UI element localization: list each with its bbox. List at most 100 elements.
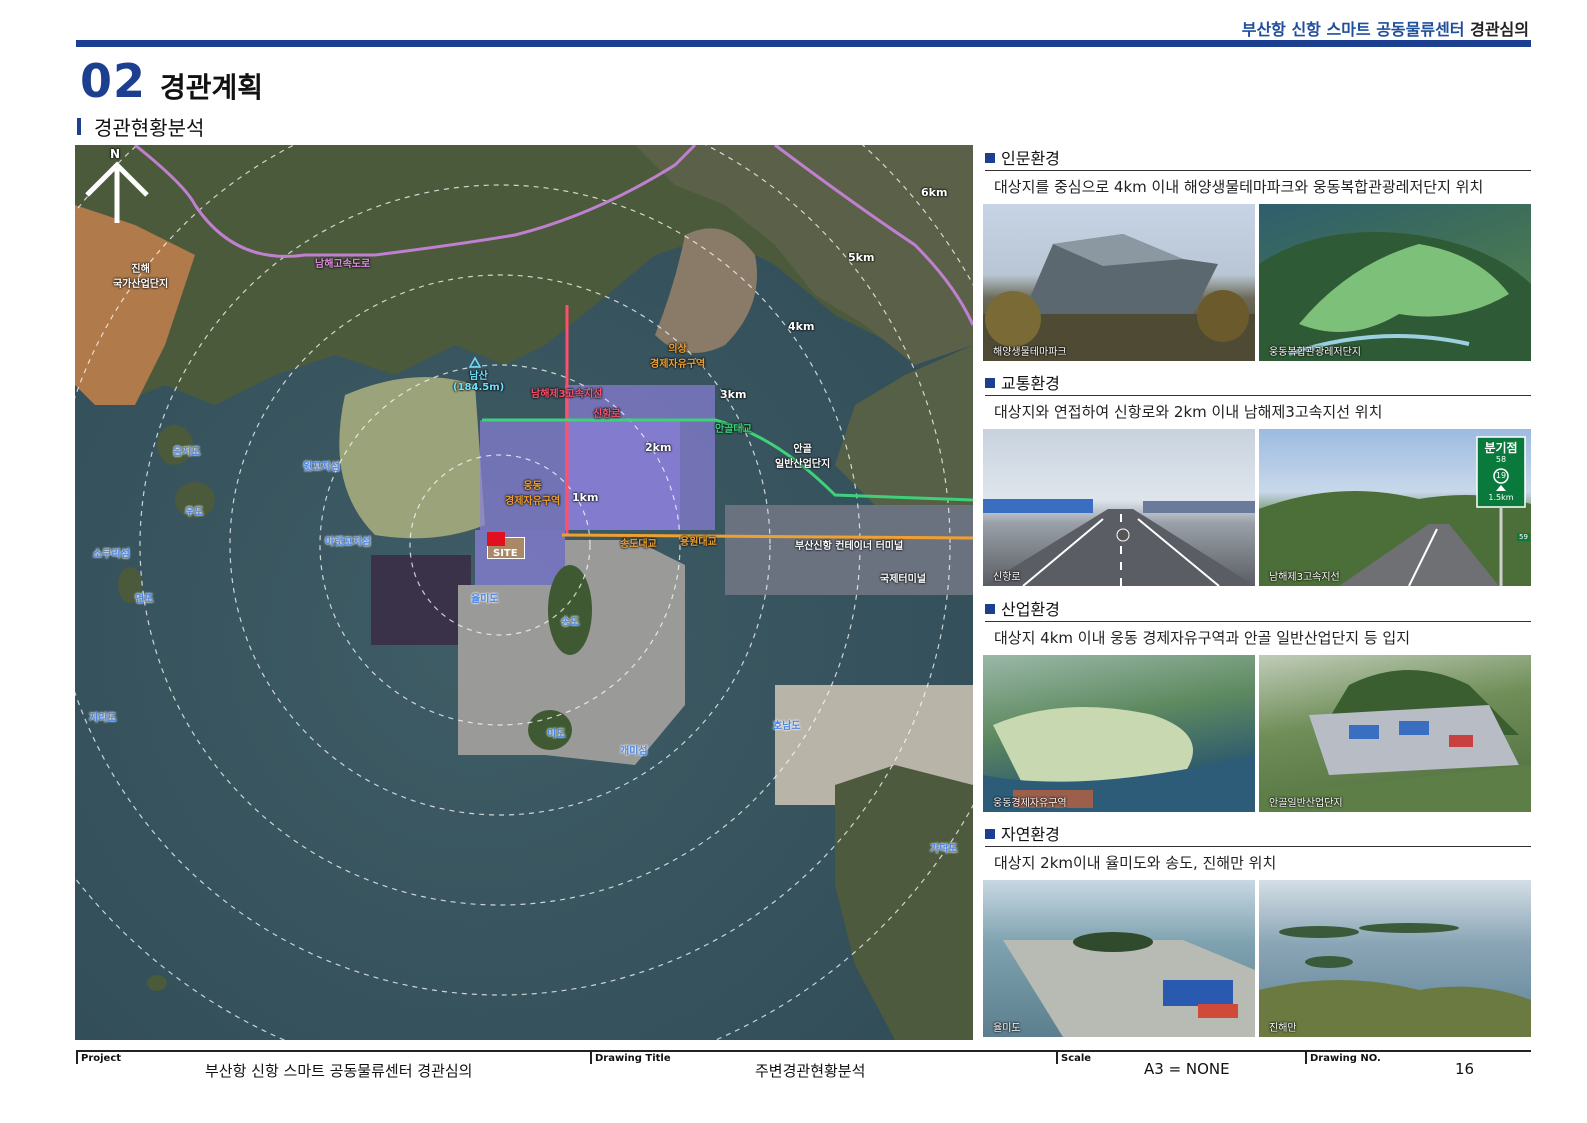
label-eulmido: 율미도 bbox=[471, 594, 499, 605]
label-songdo: 송도 bbox=[561, 617, 580, 628]
label-namsan: 남산 (184.5m) bbox=[453, 371, 505, 393]
label-eumjido: 음지도 bbox=[173, 447, 201, 458]
bullet-square-icon bbox=[985, 153, 995, 163]
section-title: 경관계획 bbox=[160, 71, 264, 104]
panel-rule bbox=[985, 395, 1531, 396]
footer-rule bbox=[76, 1050, 1531, 1052]
label-honamdo: 호남도 bbox=[773, 721, 801, 732]
label-namhae-line: 남해제3고속지선 bbox=[531, 389, 603, 400]
ring-label-5km: 5km bbox=[848, 251, 875, 264]
label-songdo-bridge: 송도대교 bbox=[620, 539, 657, 550]
photo-caption: 웅동복합관광레저단지 bbox=[1269, 347, 1361, 358]
industrial-photo-icon bbox=[1259, 670, 1531, 812]
footer-drawing-no-label: Drawing NO. bbox=[1310, 1053, 1381, 1064]
aerial-map: N 1km 2km 3km 4km 5km 6km SITE 진해 국가산업단지… bbox=[75, 145, 973, 1040]
panel-rule bbox=[985, 170, 1531, 171]
photo-eulmido: 율미도 bbox=[983, 880, 1255, 1037]
ring-label-2km: 2km bbox=[645, 441, 672, 454]
north-label: N bbox=[110, 147, 121, 161]
bay-photo-icon bbox=[1259, 923, 1531, 1037]
bullet-square-icon bbox=[985, 604, 995, 614]
section-number: 02 bbox=[80, 54, 147, 108]
panel-desc-traffic: 대상지와 연접하여 신항로와 2km 이내 남해제3고속지선 위치 bbox=[994, 403, 1383, 421]
panel-rule bbox=[985, 621, 1531, 622]
footer-drawing-no-value: 16 bbox=[1455, 1060, 1475, 1078]
footer-divider bbox=[76, 1050, 78, 1064]
section-subtitle: 경관현황분석 bbox=[94, 116, 205, 140]
label-uisang-zone: 의상 경제자유구역 bbox=[650, 344, 706, 370]
economic-zone-photo-icon bbox=[983, 707, 1255, 812]
label-gadeokdo: 가덕도 bbox=[930, 844, 958, 855]
label-namhae-expressway: 남해고속도로 bbox=[315, 259, 371, 270]
footer-drawing-title-value: 주변경관현황분석 bbox=[755, 1062, 866, 1080]
document-header: 부산항 신항 스마트 공동물류센터 경관심의 bbox=[1242, 16, 1529, 40]
photo-sinhang-road: 신항로 bbox=[983, 429, 1255, 586]
label-angol-bridge: 안골대교 bbox=[715, 424, 752, 435]
panel-heading-nature: 자연환경 bbox=[985, 821, 1060, 845]
sign-route: 58 bbox=[1495, 455, 1507, 464]
map-graphic bbox=[75, 145, 973, 1040]
photo-angol-industrial: 안골일반산업단지 bbox=[1259, 655, 1531, 812]
panel-desc-culture: 대상지를 중심으로 4km 이내 해양생물테마파크와 웅동복합관광레저단지 위치 bbox=[994, 178, 1484, 196]
label-ungdong-zone: 웅동 경제자유구역 bbox=[505, 481, 561, 507]
panel-rule bbox=[985, 846, 1531, 847]
footer-divider bbox=[1305, 1050, 1307, 1064]
photo-caption: 신항로 bbox=[993, 572, 1021, 583]
footer-divider bbox=[590, 1050, 592, 1064]
footer-scale-label: Scale bbox=[1061, 1053, 1092, 1064]
ring-label-6km: 6km bbox=[921, 186, 948, 199]
label-jirido: 지리도 bbox=[89, 713, 117, 724]
photo-caption: 해양생물테마파크 bbox=[993, 347, 1067, 358]
label-sochuido: 소쿠리섬 bbox=[93, 549, 130, 560]
photo-caption: 안골일반산업단지 bbox=[1269, 798, 1343, 809]
footer-divider bbox=[1056, 1050, 1058, 1064]
label-yeondo: 연도 bbox=[135, 594, 154, 605]
photo-caption: 율미도 bbox=[993, 1023, 1021, 1034]
sign-title: 분기점 bbox=[1484, 441, 1518, 455]
photo-ungdong-economic-zone: 웅동경제자유구역 bbox=[983, 655, 1255, 812]
label-sinhang-ro: 신항로 bbox=[593, 409, 621, 420]
side-sign: 59 bbox=[1517, 533, 1530, 541]
panel-heading-traffic: 교통환경 bbox=[985, 370, 1060, 394]
ring-label-3km: 3km bbox=[720, 388, 747, 401]
building-photo-icon bbox=[983, 234, 1255, 361]
panel-heading-industry: 산업환경 bbox=[985, 596, 1060, 620]
photo-caption: 진해만 bbox=[1269, 1023, 1297, 1034]
footer-project-value: 부산항 신항 스마트 공동물류센터 경관심의 bbox=[205, 1062, 473, 1080]
photo-marine-theme-park: 해양생물테마파크 bbox=[983, 204, 1255, 361]
island-photo-icon bbox=[1003, 932, 1255, 1037]
bullet-square-icon bbox=[985, 829, 995, 839]
label-ido: 이도 bbox=[547, 729, 566, 740]
subtitle-bar bbox=[77, 118, 81, 135]
photo-jinhae-bay: 진해만 bbox=[1259, 880, 1531, 1037]
sign-distance: 1.5km bbox=[1488, 493, 1514, 502]
footer-project-label: Project bbox=[81, 1053, 122, 1064]
resort-photo-icon bbox=[1259, 232, 1531, 361]
header-review-type: 경관심의 bbox=[1470, 20, 1529, 39]
label-gukje-terminal: 국제터미널 bbox=[880, 574, 926, 585]
label-container-terminal: 부산신항 컨테이너 터미널 bbox=[795, 541, 904, 552]
site-label: SITE bbox=[493, 548, 518, 559]
ring-label-1km: 1km bbox=[572, 491, 599, 504]
label-angol-industrial: 안골 일반산업단지 bbox=[775, 444, 831, 470]
ring-label-4km: 4km bbox=[788, 320, 815, 333]
photo-caption: 웅동경제자유구역 bbox=[993, 798, 1067, 809]
footer-drawing-title-label: Drawing Title bbox=[595, 1053, 671, 1064]
header-project-name: 부산항 신항 스마트 공동물류센터 bbox=[1241, 20, 1465, 39]
road-photo-icon bbox=[983, 499, 1255, 586]
panel-desc-industry: 대상지 4km 이내 웅동 경제자유구역과 안골 일반산업단지 등 입지 bbox=[994, 629, 1410, 647]
label-araetgojiseom: 아랫꼬지섬 bbox=[325, 537, 371, 548]
sign-number: 19 bbox=[1495, 471, 1507, 480]
photo-caption: 남해제3고속지선 bbox=[1269, 572, 1340, 583]
site-marker bbox=[487, 532, 505, 546]
photo-namhae-expressway: 분기점 58 19 1.5km 59 남해제3고속지선 bbox=[1259, 429, 1531, 586]
label-udo: 우도 bbox=[185, 507, 204, 518]
photo-ungdong-resort: 웅동복합관광레저단지 bbox=[1259, 204, 1531, 361]
panel-desc-nature: 대상지 2km이내 율미도와 송도, 진해만 위치 bbox=[994, 854, 1277, 872]
footer-scale-value: A3 = NONE bbox=[1144, 1060, 1230, 1078]
header-rule bbox=[76, 40, 1531, 47]
label-wigojiseom: 윗꼬지섬 bbox=[303, 462, 340, 473]
bullet-square-icon bbox=[985, 378, 995, 388]
label-jinhae-industrial: 진해 국가산업단지 bbox=[113, 264, 169, 290]
label-yongwon-bridge: 용원대교 bbox=[680, 537, 717, 548]
